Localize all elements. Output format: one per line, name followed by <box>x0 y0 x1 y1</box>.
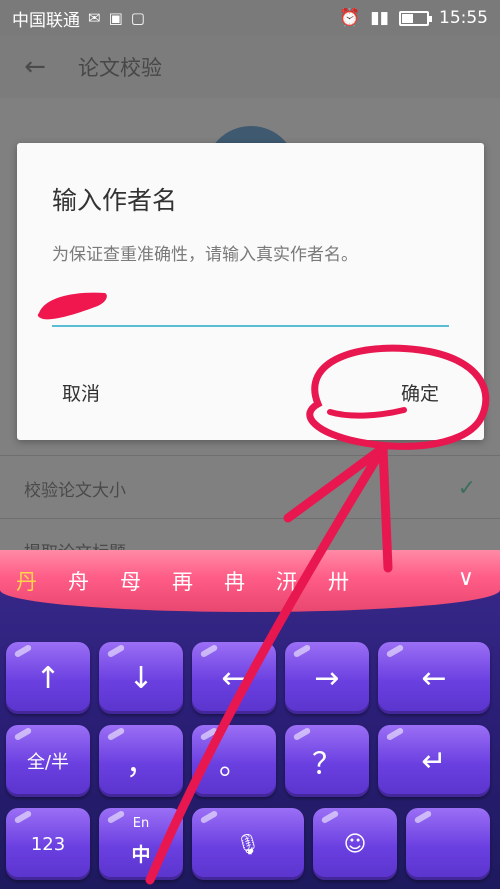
dialog-message: 为保证查重准确性，请输入真实作者名。 <box>52 245 358 265</box>
candidate-item[interactable]: 丹 <box>16 566 68 596</box>
keyboard: 丹 舟 母 再 冉 汧 卅 ∨ ↑ ↓ ← → ← 全/半 ， 。 ？ ↵ 12… <box>0 550 500 889</box>
screenshot-icon: ▢ <box>130 9 145 27</box>
cancel-button[interactable]: 取消 <box>62 379 100 406</box>
battery-icon <box>399 10 432 26</box>
key-emoji[interactable]: ☺ <box>313 808 397 880</box>
key-up[interactable]: ↑ <box>6 642 90 714</box>
chevron-down-icon[interactable]: ∨ <box>458 566 474 591</box>
key-sub-label: En <box>132 816 150 831</box>
redaction-scribble <box>37 292 107 320</box>
candidate-item[interactable]: 汧 <box>276 566 328 596</box>
notification-icon: ✉ <box>88 9 101 27</box>
carrier-name: 中国联通 <box>12 10 80 31</box>
key-enter[interactable]: ↵ <box>378 725 490 797</box>
divider <box>0 518 500 519</box>
candidate-bar: 丹 舟 母 再 冉 汧 卅 ∨ <box>0 550 500 612</box>
key-language-switch[interactable]: En 中 <box>99 808 183 880</box>
key-question[interactable]: ？ <box>285 725 369 797</box>
key-down[interactable]: ↓ <box>99 642 183 714</box>
microphone-icon: 🎙 <box>235 832 261 856</box>
check-icon: ✓ <box>457 475 476 501</box>
divider <box>0 455 500 456</box>
status-bar: 中国联通 ✉ ▣ ▢ ⏰ ▮▮ 15:55 <box>0 0 500 36</box>
app-bar: ← 论文校验 <box>0 36 500 98</box>
candidate-item[interactable]: 舟 <box>68 566 120 596</box>
clock: 15:55 <box>439 8 488 28</box>
dialog-title: 输入作者名 <box>52 186 178 215</box>
candidate-item[interactable]: 卅 <box>328 566 380 596</box>
back-arrow-icon[interactable]: ← <box>0 52 70 82</box>
emoji-icon: ☺ <box>343 831 367 857</box>
signal-icon: ▮▮ <box>370 8 389 28</box>
author-name-dialog: 输入作者名 为保证查重准确性，请输入真实作者名。 取消 确定 <box>17 143 484 440</box>
key-full-half-width[interactable]: 全/半 <box>6 725 90 797</box>
key-numbers[interactable]: 123 <box>6 808 90 880</box>
list-item-label: 校验论文大小 <box>24 480 126 501</box>
list-item[interactable]: 校验论文大小 ✓ <box>0 458 500 518</box>
image-icon: ▣ <box>108 9 123 27</box>
key-extra[interactable] <box>406 808 490 880</box>
candidate-item[interactable]: 冉 <box>224 566 276 596</box>
key-right[interactable]: → <box>285 642 369 714</box>
key-space-voice[interactable]: 🎙 <box>192 808 304 880</box>
key-period[interactable]: 。 <box>192 725 276 797</box>
candidate-item[interactable]: 母 <box>120 566 172 596</box>
key-main-label: 中 <box>131 844 151 866</box>
confirm-button[interactable]: 确定 <box>401 379 439 406</box>
key-comma[interactable]: ， <box>99 725 183 797</box>
key-backspace[interactable]: ← <box>378 642 490 714</box>
page-title: 论文校验 <box>78 56 162 80</box>
key-left[interactable]: ← <box>192 642 276 714</box>
candidate-item[interactable]: 再 <box>172 566 224 596</box>
alarm-icon: ⏰ <box>339 8 361 28</box>
